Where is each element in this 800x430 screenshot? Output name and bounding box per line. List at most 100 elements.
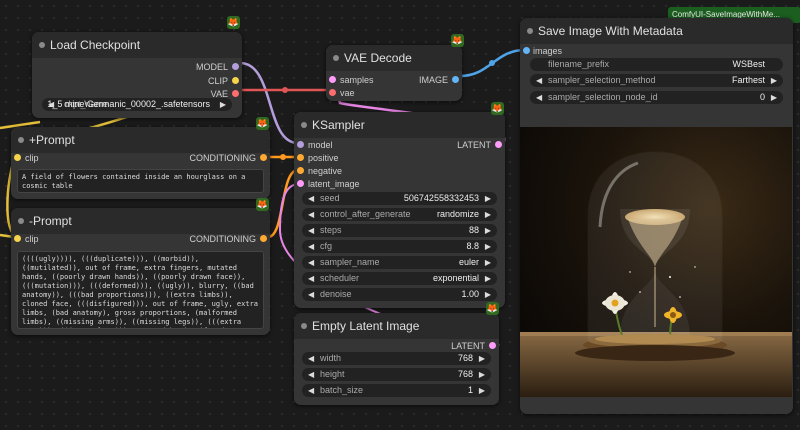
arrow-left-icon[interactable]: ◀ [308,256,314,269]
arrow-right-icon[interactable]: ▶ [771,91,777,104]
output-model-label: MODEL [195,62,228,72]
denoise-stepper[interactable]: ◀ denoise 1.00 ▶ [302,288,497,301]
positive-prompt-textarea[interactable]: A field of flowers contained inside an h… [17,169,264,193]
node-title-bar[interactable]: -Prompt [11,208,270,234]
widget-value: 768 [457,353,473,363]
widget-value: 506742558332453 [403,193,479,203]
ksampler-node[interactable]: KSampler model positive negative latent_… [294,112,505,308]
arrow-right-icon[interactable]: ▶ [485,224,491,237]
node-title-bar[interactable]: Load Checkpoint [32,32,242,58]
output-latent-socket[interactable] [495,141,502,148]
input-clip-label: clip [25,153,39,163]
input-samples-label: samples [340,75,374,85]
widget-value: euler [458,257,479,267]
collapse-dot-icon[interactable] [18,137,24,143]
arrow-left-icon[interactable]: ◀ [308,272,314,285]
input-vae-socket[interactable] [329,89,336,96]
scheduler-combo[interactable]: ◀ scheduler exponential ▶ [302,272,497,285]
collapse-dot-icon[interactable] [39,42,45,48]
arrow-right-icon[interactable]: ▶ [485,256,491,269]
collapse-dot-icon[interactable] [301,122,307,128]
sampler-selection-node-id-stepper[interactable]: ◀ sampler_selection_node_id 0 ▶ [530,91,783,104]
widget-label: seed [320,193,340,203]
widget-label: filename_prefix [548,59,610,69]
arrow-left-icon[interactable]: ◀ [308,240,314,253]
arrow-right-icon[interactable]: ▶ [479,352,485,365]
output-clip-socket[interactable] [232,77,239,84]
output-image-preview [520,127,792,397]
input-negative-socket[interactable] [297,167,304,174]
output-conditioning-label: CONDITIONING [189,153,257,163]
widget-label: width [320,353,342,363]
widget-label: scheduler [320,273,360,283]
seed-stepper[interactable]: ◀ seed 506742558332453 ▶ [302,192,497,205]
widget-label: steps [320,225,342,235]
arrow-right-icon[interactable]: ▶ [220,98,226,111]
input-clip-label: clip [25,234,39,244]
widget-label: sampler_selection_method [548,75,656,85]
arrow-right-icon[interactable]: ▶ [485,208,491,221]
node-title-bar[interactable]: KSampler [294,112,505,138]
control-after-generate-combo[interactable]: ◀ control_after_generate randomize ▶ [302,208,497,221]
steps-stepper[interactable]: ◀ steps 88 ▶ [302,224,497,237]
collapse-dot-icon[interactable] [333,55,339,61]
arrow-left-icon[interactable]: ◀ [308,208,314,221]
cfg-stepper[interactable]: ◀ cfg 8.8 ▶ [302,240,497,253]
node-title: +Prompt [29,133,75,147]
positive-prompt-node[interactable]: +Prompt clip CONDITIONING A field of flo… [11,127,270,199]
input-images-socket[interactable] [523,47,530,54]
vae-decode-node[interactable]: VAE Decode samples vae IMAGE [326,45,462,101]
arrow-left-icon[interactable]: ◀ [308,352,314,365]
sampler-selection-method-combo[interactable]: ◀ sampler_selection_method Farthest ▶ [530,74,783,87]
output-conditioning-socket[interactable] [260,235,267,242]
arrow-right-icon[interactable]: ▶ [485,272,491,285]
height-stepper[interactable]: ◀ height 768 ▶ [302,368,491,381]
node-title: KSampler [312,118,365,132]
arrow-right-icon[interactable]: ▶ [479,384,485,397]
sampler-name-combo[interactable]: ◀ sampler_name euler ▶ [302,256,497,269]
node-title-bar[interactable]: VAE Decode [326,45,462,71]
input-positive-socket[interactable] [297,154,304,161]
load-checkpoint-node[interactable]: Load Checkpoint MODEL CLIP VAE ◀ ckpt_na… [32,32,242,118]
input-model-socket[interactable] [297,141,304,148]
input-clip-socket[interactable] [14,154,21,161]
arrow-left-icon[interactable]: ◀ [308,288,314,301]
arrow-right-icon[interactable]: ▶ [771,74,777,87]
output-latent-socket[interactable] [489,342,496,349]
arrow-right-icon[interactable]: ▶ [485,240,491,253]
collapse-dot-icon[interactable] [301,323,307,329]
arrow-left-icon[interactable]: ◀ [308,368,314,381]
arrow-left-icon[interactable]: ◀ [308,384,314,397]
filename-prefix-field[interactable]: filename_prefix WSBest [530,58,783,71]
arrow-left-icon[interactable]: ◀ [308,192,314,205]
output-model-socket[interactable] [232,63,239,70]
node-title-bar[interactable]: Save Image With Metadata [520,18,793,44]
arrow-left-icon[interactable]: ◀ [308,224,314,237]
negative-prompt-textarea[interactable]: ((((ugly)))), (((duplicate))), ((morbid)… [17,251,264,329]
node-title-bar[interactable]: +Prompt [11,127,270,153]
arrow-left-icon[interactable]: ◀ [536,74,542,87]
output-vae-socket[interactable] [232,90,239,97]
collapse-dot-icon[interactable] [527,28,533,34]
negative-prompt-node[interactable]: -Prompt clip CONDITIONING ((((ugly)))), … [11,208,270,335]
empty-latent-image-node[interactable]: Empty Latent Image LATENT ◀ width 768 ▶ … [294,313,499,405]
width-stepper[interactable]: ◀ width 768 ▶ [302,352,491,365]
node-title-bar[interactable]: Empty Latent Image [294,313,499,339]
widget-value: 8.8 [466,241,479,251]
ckpt-name-value: 1_5 mine\Germanic_00002_.safetensors [47,99,210,109]
input-clip-socket[interactable] [14,235,21,242]
fox-icon: 🦊 [227,16,240,29]
batch-size-stepper[interactable]: ◀ batch_size 1 ▶ [302,384,491,397]
arrow-left-icon[interactable]: ◀ [536,91,542,104]
output-conditioning-socket[interactable] [260,154,267,161]
ckpt-name-combo[interactable]: ◀ ckpt_name 1_5 mine\Germanic_00002_.saf… [42,98,232,111]
arrow-right-icon[interactable]: ▶ [479,368,485,381]
widget-label: sampler_name [320,257,380,267]
input-samples-socket[interactable] [329,76,336,83]
input-vae-label: vae [340,88,355,98]
arrow-right-icon[interactable]: ▶ [485,288,491,301]
output-image-socket[interactable] [452,76,459,83]
collapse-dot-icon[interactable] [18,218,24,224]
arrow-right-icon[interactable]: ▶ [485,192,491,205]
input-latent-image-socket[interactable] [297,180,304,187]
